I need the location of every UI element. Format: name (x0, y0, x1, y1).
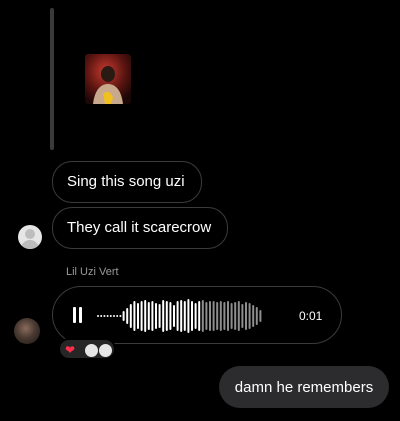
waveform-bar (173, 305, 175, 327)
outgoing-message-bubble[interactable]: damn he remembers (219, 366, 389, 408)
reactor-avatar (84, 343, 99, 358)
waveform-bar (165, 301, 168, 331)
waveform-bar (248, 303, 251, 329)
reaction-bar[interactable]: ❤ (58, 338, 116, 360)
album-cover-icon (85, 54, 131, 104)
waveform-bar (180, 300, 183, 332)
waveform-bar (187, 299, 190, 333)
waveform-bar (234, 302, 237, 330)
waveform-bar (116, 315, 119, 317)
waveform-bar (255, 307, 258, 325)
waveform-bar (176, 301, 179, 331)
message-bubble[interactable]: They call it scarecrow (52, 207, 228, 249)
voice-message-bubble[interactable]: 0:01 (52, 286, 342, 344)
audio-waveform[interactable] (97, 295, 293, 337)
reply-indicator-line (50, 8, 54, 150)
waveform-bar (144, 300, 147, 332)
waveform-bar (191, 301, 193, 331)
waveform-bar (169, 302, 172, 330)
waveform-bar (198, 301, 201, 331)
waveform-bar (109, 315, 112, 317)
waveform-bar (106, 315, 109, 317)
waveform-bar (237, 301, 240, 331)
sender-avatar-default[interactable] (18, 225, 42, 249)
heart-reaction-icon: ❤ (65, 343, 76, 357)
waveform-bar (223, 302, 226, 330)
waveform-bar (227, 301, 229, 331)
waveform-bar (140, 301, 143, 331)
waveform-bar (133, 301, 136, 331)
waveform-bar (259, 310, 262, 322)
waveform-bar (151, 301, 154, 331)
waveform-bar (103, 315, 106, 317)
waveform-bar (252, 305, 255, 327)
waveform-bar (155, 303, 157, 329)
waveform-bar (205, 302, 208, 330)
waveform-bar (119, 315, 122, 317)
pause-icon[interactable] (73, 307, 83, 323)
waveform-bar (162, 300, 165, 332)
waveform-bar (216, 302, 219, 330)
waveform-bar (212, 301, 215, 331)
waveform-bar (201, 300, 204, 332)
avatar-head-shape (25, 229, 35, 239)
voice-duration: 0:01 (299, 309, 323, 323)
waveform-bar (230, 303, 233, 329)
waveform-bar (97, 315, 99, 317)
waveform-bar (137, 303, 139, 329)
message-text: damn he remembers (234, 378, 374, 396)
waveform-bar (245, 302, 247, 330)
sender-avatar-photo[interactable] (14, 318, 40, 344)
avatar-body-shape (21, 240, 39, 249)
waveform-bar (126, 308, 129, 324)
waveform-bar (241, 304, 244, 328)
waveform-bar (113, 315, 115, 317)
message-text: Sing this song uzi (67, 173, 185, 190)
waveform-bar (100, 315, 103, 317)
waveform-bar (129, 304, 132, 328)
waveform-bar (183, 301, 186, 331)
waveform-bar (219, 301, 222, 331)
waveform-bar (122, 311, 125, 321)
shared-album-thumbnail[interactable] (85, 54, 131, 104)
reactor-avatar (98, 343, 113, 358)
waveform-bar (209, 301, 211, 331)
waveform-bar (194, 303, 197, 329)
sender-name: Lil Uzi Vert (66, 266, 119, 278)
waveform-bar (147, 302, 150, 330)
message-bubble[interactable]: Sing this song uzi (52, 161, 202, 203)
message-text: They call it scarecrow (67, 219, 212, 236)
waveform-bar (158, 304, 161, 328)
